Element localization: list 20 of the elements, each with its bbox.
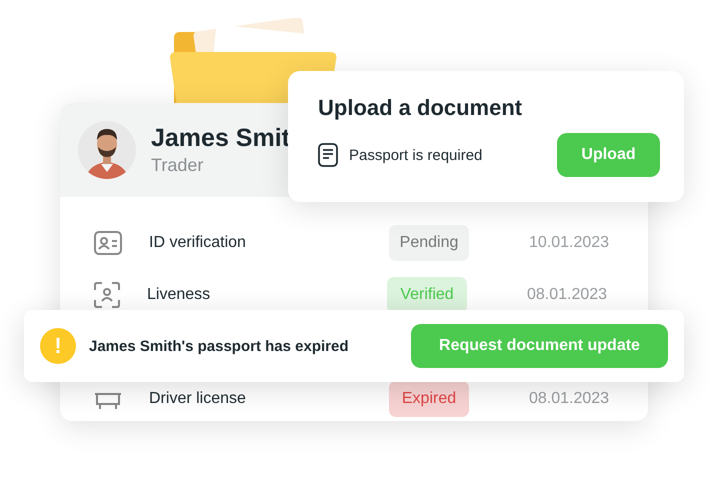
upload-title: Upload a document <box>318 95 524 121</box>
check-date: 10.01.2023 <box>529 234 610 252</box>
warning-icon: ! <box>40 328 76 364</box>
check-date: 08.01.2023 <box>529 390 610 408</box>
status-badge: Pending <box>389 225 469 261</box>
check-name: Driver license <box>149 390 247 408</box>
status-badge: Verified <box>387 277 467 313</box>
document-icon <box>318 143 338 167</box>
check-name: ID verification <box>149 234 247 252</box>
upload-button[interactable]: Upload <box>557 133 660 177</box>
user-name: James Smit <box>151 124 290 153</box>
status-badge: Expired <box>389 381 469 417</box>
alert-message: James Smith's passport has expired <box>89 338 350 354</box>
check-date: 08.01.2023 <box>527 286 608 304</box>
user-role: Trader <box>151 155 204 176</box>
request-update-button[interactable]: Request document update <box>411 324 668 368</box>
requirement-text: Passport is required <box>349 146 484 164</box>
face-scan-icon <box>94 282 120 308</box>
id-card-icon <box>94 231 122 255</box>
check-name: Liveness <box>147 286 212 304</box>
